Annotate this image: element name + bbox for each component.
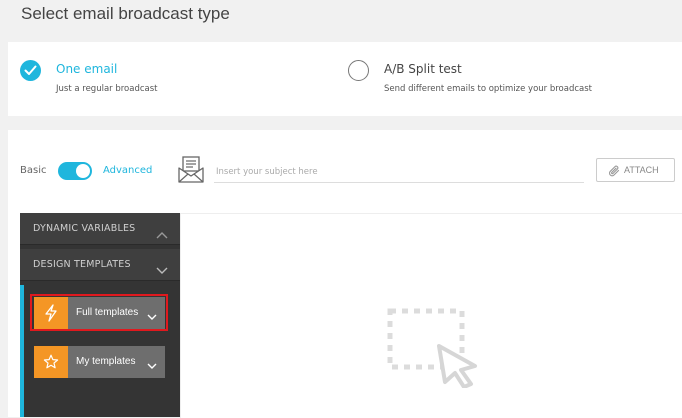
section-design-templates[interactable]: DESIGN TEMPLATES bbox=[20, 249, 180, 281]
chevron-down-icon bbox=[156, 260, 168, 279]
sidebar-accent-bar bbox=[20, 285, 24, 417]
drag-drop-icon bbox=[387, 308, 483, 392]
editor-panel: Basic Advanced ATTACH DYNAMIC VARIABLES bbox=[8, 130, 682, 418]
option-description: Send different emails to optimize your b… bbox=[384, 84, 593, 94]
envelope-doc-icon bbox=[178, 156, 204, 188]
star-icon bbox=[34, 346, 68, 378]
broadcast-type-panel: One email Just a regular broadcast A/B S… bbox=[8, 42, 682, 116]
subject-input[interactable] bbox=[214, 162, 584, 183]
attach-button[interactable]: ATTACH bbox=[596, 158, 675, 182]
email-canvas[interactable] bbox=[180, 213, 682, 418]
section-dynamic-variables[interactable]: DYNAMIC VARIABLES bbox=[20, 213, 180, 245]
mode-switch[interactable] bbox=[58, 162, 92, 180]
paperclip-icon bbox=[608, 165, 620, 179]
radio-one-email[interactable] bbox=[20, 60, 41, 81]
option-description: Just a regular broadcast bbox=[56, 84, 158, 94]
section-label: DESIGN TEMPLATES bbox=[33, 259, 131, 270]
header: Select email broadcast type bbox=[0, 0, 682, 42]
page-title: Select email broadcast type bbox=[21, 4, 230, 23]
my-templates-button[interactable]: My templates bbox=[34, 346, 165, 378]
attach-label: ATTACH bbox=[624, 165, 659, 175]
switch-knob bbox=[76, 164, 90, 178]
chevron-up-icon bbox=[156, 224, 168, 243]
highlight-box bbox=[30, 294, 168, 331]
advanced-label: Advanced bbox=[103, 165, 153, 176]
chevron-down-icon bbox=[147, 358, 157, 373]
sidebar: DYNAMIC VARIABLES DESIGN TEMPLATES Full … bbox=[20, 213, 180, 417]
basic-label: Basic bbox=[20, 165, 47, 176]
option-title: A/B Split test bbox=[384, 62, 462, 76]
radio-ab-split-test[interactable] bbox=[348, 60, 369, 81]
section-label: DYNAMIC VARIABLES bbox=[33, 223, 136, 234]
template-label: My templates bbox=[76, 356, 136, 367]
option-title: One email bbox=[56, 62, 118, 76]
